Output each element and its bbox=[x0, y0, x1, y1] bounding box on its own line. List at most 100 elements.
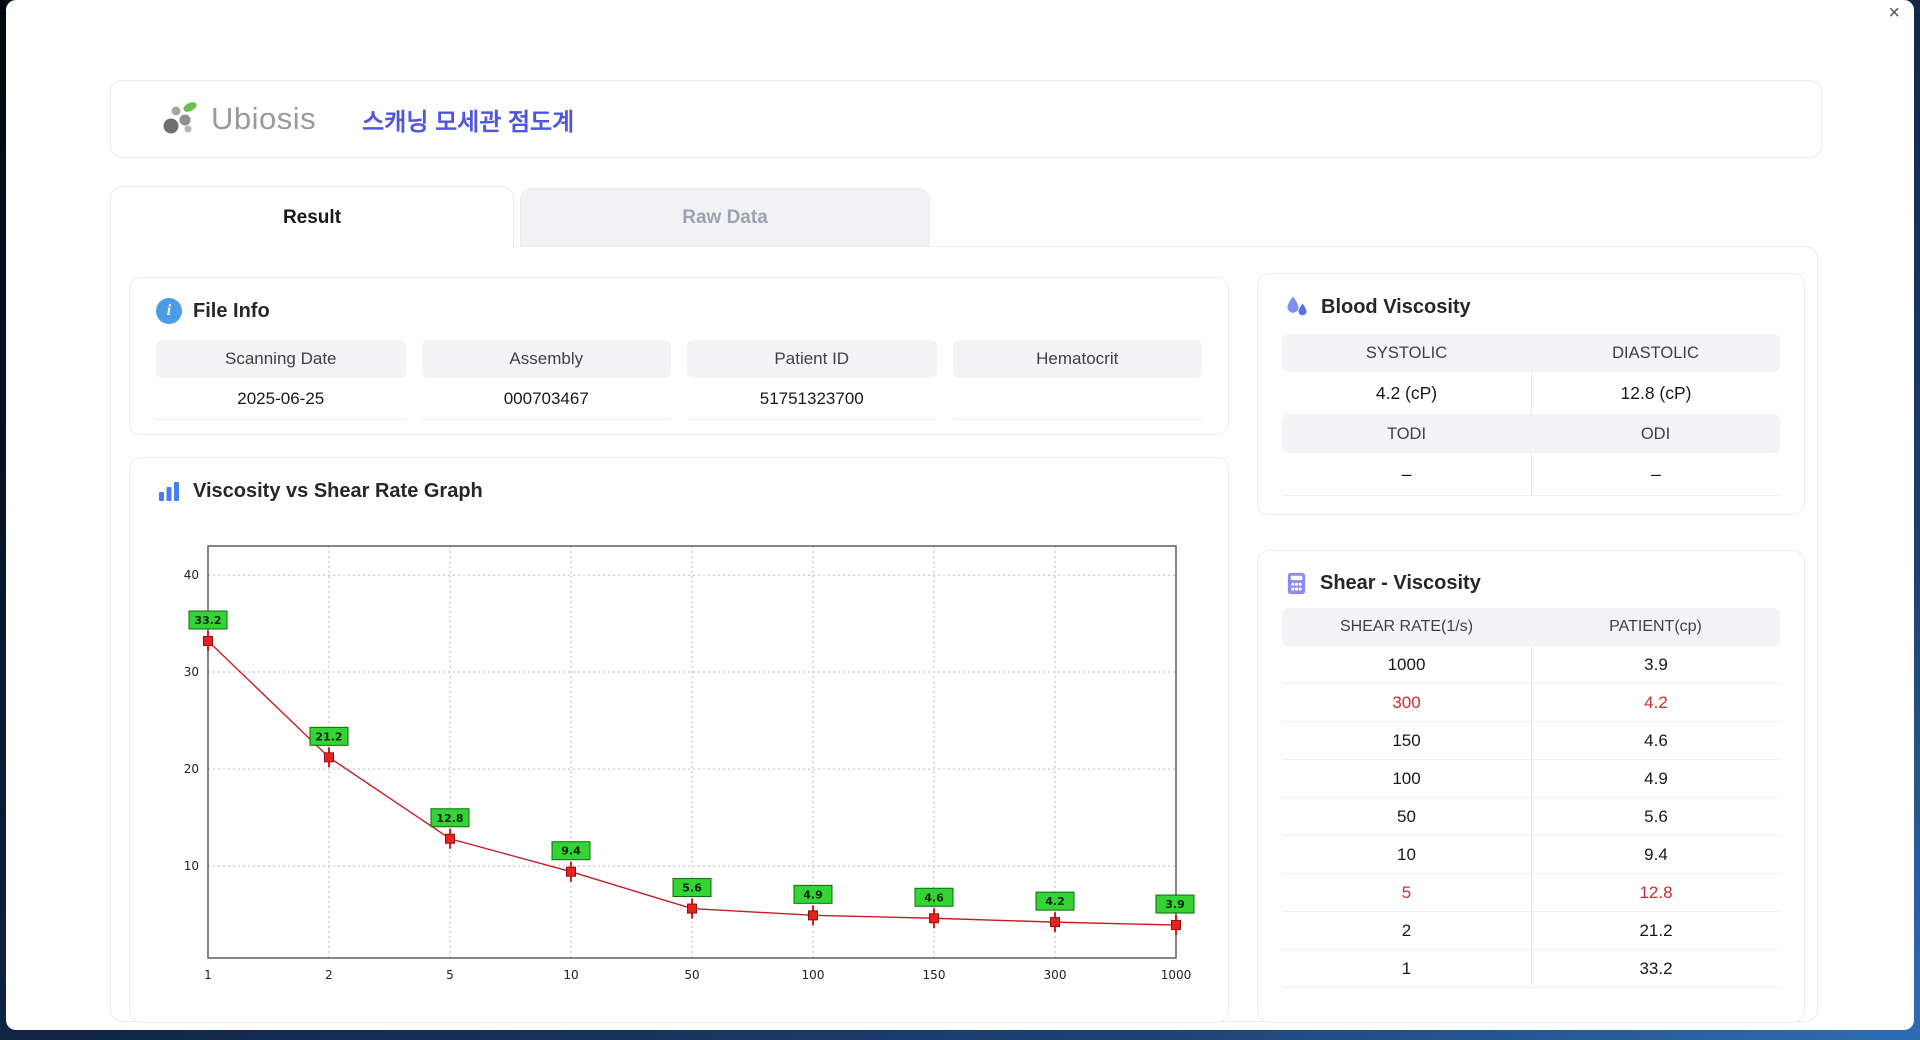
svg-text:1000: 1000 bbox=[1161, 968, 1192, 982]
svg-text:10: 10 bbox=[563, 968, 578, 982]
shear-viscosity-table: SHEAR RATE(1/s) PATIENT(cp) 1000 3.9 300 4.… bbox=[1258, 596, 1804, 988]
shear-table-row: 100 4.9 bbox=[1282, 760, 1780, 798]
file-info-field: Hematocrit bbox=[952, 340, 1202, 420]
svg-text:30: 30 bbox=[184, 665, 199, 679]
tab-raw-data[interactable]: Raw Data bbox=[520, 188, 930, 246]
shear-rate-cell: 100 bbox=[1282, 760, 1531, 798]
bv-header-cell: DIASTOLIC bbox=[1612, 343, 1699, 362]
field-value: 000703467 bbox=[421, 378, 671, 420]
svg-text:150: 150 bbox=[923, 968, 946, 982]
shear-rate-column-header: SHEAR RATE(1/s) bbox=[1339, 618, 1474, 635]
shear-table-row: 5 12.8 bbox=[1282, 874, 1780, 912]
svg-text:300: 300 bbox=[1044, 968, 1067, 982]
file-info-field: Patient ID 51751323700 bbox=[687, 340, 937, 420]
svg-text:21.2: 21.2 bbox=[315, 730, 342, 743]
blood-viscosity-title: Blood Viscosity bbox=[1258, 274, 1804, 320]
field-label: Hematocrit bbox=[952, 340, 1202, 378]
blood-viscosity-grid: SYSTOLIC DIASTOLIC 4.2 (cP) 12.8 (cP) TODI OD… bbox=[1258, 320, 1804, 496]
file-info-field: Assembly 000703467 bbox=[421, 340, 671, 420]
shear-table-row: 1 33.2 bbox=[1282, 950, 1780, 988]
shear-rate-cell: 10 bbox=[1282, 836, 1531, 874]
svg-text:2: 2 bbox=[325, 968, 333, 982]
viscosity-graph-card: Viscosity vs Shear Rate Graph 10 20 30 40 1 2… bbox=[129, 457, 1229, 1023]
patient-value-cell: 4.9 bbox=[1531, 760, 1780, 798]
patient-value-cell: 3.9 bbox=[1531, 646, 1780, 684]
bv-value-cell: – bbox=[1282, 453, 1531, 496]
blood-viscosity-row: TODI ODI bbox=[1282, 415, 1780, 453]
patient-column-header: PATIENT(cp) bbox=[1609, 618, 1702, 635]
svg-text:20: 20 bbox=[184, 762, 199, 776]
bv-header-cell: ODI bbox=[1640, 424, 1671, 443]
svg-text:40: 40 bbox=[184, 568, 199, 582]
field-value bbox=[952, 378, 1202, 420]
file-info-field: Scanning Date 2025-06-25 bbox=[156, 340, 406, 420]
file-info-title: i File Info bbox=[130, 278, 1228, 324]
field-label: Patient ID bbox=[687, 340, 937, 378]
graph-title-text: Viscosity vs Shear Rate Graph bbox=[193, 479, 483, 502]
ubiosis-logo-icon bbox=[163, 102, 197, 134]
shear-rate-cell: 5 bbox=[1282, 874, 1531, 912]
blood-viscosity-card: Blood Viscosity SYSTOLIC DIASTOLIC 4.2 (cP… bbox=[1257, 273, 1805, 515]
shear-viscosity-title: Shear - Viscosity bbox=[1258, 551, 1804, 596]
droplets-icon bbox=[1287, 296, 1307, 316]
file-info-title-text: File Info bbox=[193, 299, 270, 322]
shear-viscosity-title-text: Shear - Viscosity bbox=[1320, 572, 1481, 594]
svg-text:10: 10 bbox=[184, 859, 199, 873]
bv-value-cell: 12.8 (cP) bbox=[1531, 372, 1780, 415]
patient-value-cell: 9.4 bbox=[1531, 836, 1780, 874]
page-title: 스캐닝 모세관 점도계 bbox=[362, 108, 575, 136]
shear-rate-cell: 150 bbox=[1282, 722, 1531, 760]
patient-value-cell: 4.6 bbox=[1531, 722, 1780, 760]
patient-value-cell: 5.6 bbox=[1531, 798, 1780, 836]
svg-text:3.9: 3.9 bbox=[1165, 898, 1185, 911]
shear-table-row: 50 5.6 bbox=[1282, 798, 1780, 836]
app-window: × Ubiosis 스캐닝 모세관 점도계 Result Raw Data i … bbox=[6, 0, 1914, 1030]
window-close-button[interactable]: × bbox=[1888, 2, 1900, 24]
field-label: Scanning Date bbox=[156, 340, 406, 378]
patient-value-cell: 33.2 bbox=[1531, 950, 1780, 988]
patient-value-cell: 12.8 bbox=[1531, 874, 1780, 912]
bv-value-cell: – bbox=[1531, 453, 1780, 496]
svg-text:1: 1 bbox=[204, 968, 212, 982]
shear-rate-cell: 1000 bbox=[1282, 646, 1531, 684]
svg-text:9.4: 9.4 bbox=[561, 845, 581, 858]
svg-text:4.9: 4.9 bbox=[803, 888, 823, 901]
bv-value-cell: 4.2 (cP) bbox=[1282, 372, 1531, 415]
shear-table-body: 1000 3.9 300 4.2 150 4.6 100 4.9 50 5.6 10 9.4 5 12.8… bbox=[1282, 646, 1780, 988]
file-info-card: i File Info Scanning Date 2025-06-25 Assem… bbox=[129, 277, 1229, 435]
shear-table-row: 1000 3.9 bbox=[1282, 646, 1780, 684]
file-info-fields: Scanning Date 2025-06-25 Assembly 000703467… bbox=[130, 324, 1228, 420]
shear-table-row: 2 21.2 bbox=[1282, 912, 1780, 950]
svg-text:50: 50 bbox=[684, 968, 699, 982]
patient-value-cell: 21.2 bbox=[1531, 912, 1780, 950]
result-tab-panel: i File Info Scanning Date 2025-06-25 Assem… bbox=[110, 246, 1818, 1023]
field-label: Assembly bbox=[421, 340, 671, 378]
calculator-icon bbox=[1287, 572, 1306, 595]
shear-table-header: SHEAR RATE(1/s) PATIENT(cp) bbox=[1282, 608, 1780, 646]
patient-value-cell: 4.2 bbox=[1531, 684, 1780, 722]
shear-table-row: 10 9.4 bbox=[1282, 836, 1780, 874]
field-value: 2025-06-25 bbox=[156, 378, 406, 420]
shear-rate-cell: 1 bbox=[1282, 950, 1531, 988]
field-value: 51751323700 bbox=[687, 378, 937, 420]
shear-rate-cell: 300 bbox=[1282, 684, 1531, 722]
svg-text:12.8: 12.8 bbox=[436, 812, 463, 825]
shear-rate-cell: 2 bbox=[1282, 912, 1531, 950]
bar-chart-icon bbox=[159, 482, 179, 501]
blood-viscosity-row: SYSTOLIC DIASTOLIC bbox=[1282, 334, 1780, 372]
app-header: Ubiosis 스캐닝 모세관 점도계 bbox=[110, 80, 1822, 158]
blood-viscosity-row: – – bbox=[1282, 453, 1780, 496]
shear-rate-cell: 50 bbox=[1282, 798, 1531, 836]
info-icon: i bbox=[156, 298, 182, 324]
svg-text:4.2: 4.2 bbox=[1045, 895, 1065, 908]
shear-table-row: 150 4.6 bbox=[1282, 722, 1780, 760]
viscosity-shear-rate-chart: 10 20 30 40 1 2 5 10 50 100 150 300 1000 33.2 21.2 12.8… bbox=[184, 545, 1195, 982]
svg-text:5.6: 5.6 bbox=[682, 882, 702, 895]
svg-text:33.2: 33.2 bbox=[194, 614, 221, 627]
bv-header-cell: SYSTOLIC bbox=[1365, 343, 1448, 362]
logo-text: Ubiosis bbox=[211, 101, 317, 136]
shear-table-row: 300 4.2 bbox=[1282, 684, 1780, 722]
bv-header-cell: TODI bbox=[1386, 424, 1427, 443]
shear-viscosity-card: Shear - Viscosity SHEAR RATE(1/s) PATIEN… bbox=[1257, 550, 1805, 1023]
tab-result[interactable]: Result bbox=[110, 186, 514, 248]
